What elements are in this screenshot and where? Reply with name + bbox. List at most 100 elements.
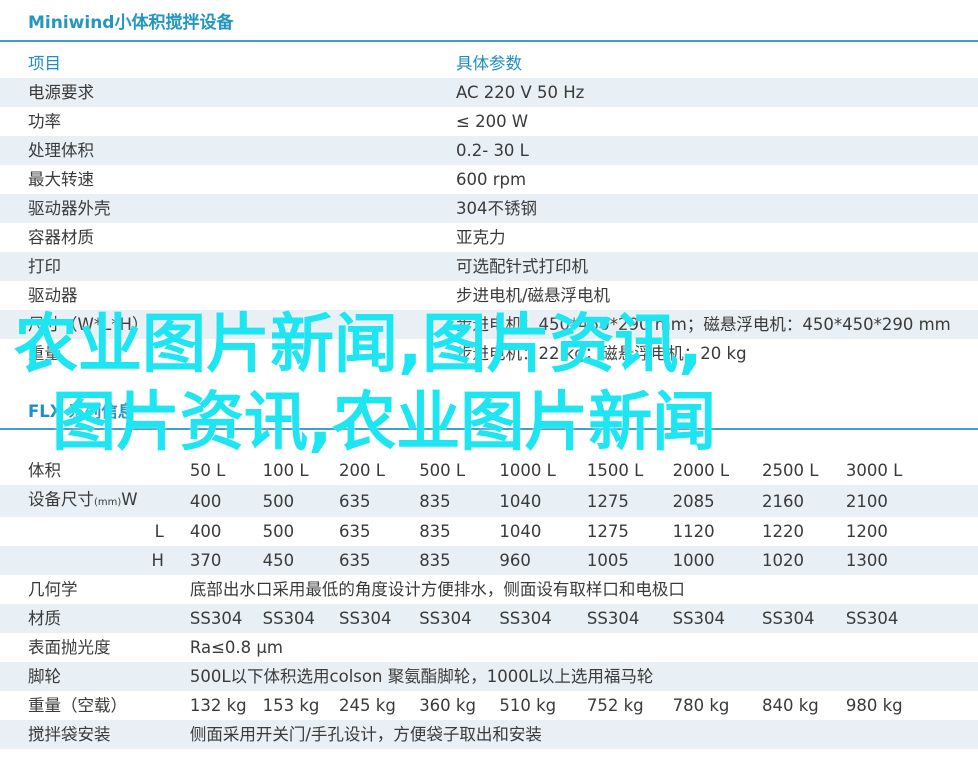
- spec-label: 处理体积: [0, 136, 456, 165]
- table-row: 重量（空载） 132 kg 153 kg 245 kg 360 kg 510 kg 752 …: [0, 691, 978, 720]
- table-row: 功率 ≤ 200 W: [0, 107, 978, 136]
- cell-value: 1000: [672, 546, 763, 575]
- cell-value: 200 L: [339, 461, 385, 480]
- cell-value: 835: [419, 546, 500, 575]
- spec-label: 尺寸（W*L*H）: [0, 310, 456, 339]
- cell-value: 835: [419, 485, 500, 517]
- cell-value: 635: [339, 522, 371, 541]
- cell-value: 780 kg: [672, 696, 730, 715]
- row-label: 设备尺寸(mm)W: [0, 485, 190, 517]
- cell-value: 400: [189, 485, 263, 517]
- cell-value: 1200: [845, 522, 888, 541]
- spec-label: 电源要求: [0, 78, 456, 107]
- table-row: 脚轮 500L以下体积选用colson 聚氨酯脚轮，1000L以上选用福马轮: [0, 662, 978, 691]
- table-row: 电源要求 AC 220 V 50 Hz: [0, 78, 978, 107]
- cell-value: 500: [262, 485, 340, 517]
- cell-value: 2500 L: [762, 461, 819, 480]
- cell-value: 2160: [762, 485, 846, 517]
- cell-value: 400: [189, 522, 222, 541]
- cell-value: 510 kg: [499, 696, 557, 715]
- cell-value-wide: 500L以下体积选用colson 聚氨酯脚轮，1000L以上选用福马轮: [189, 662, 978, 691]
- page-title: Miniwind小体积搅拌设备: [28, 13, 234, 33]
- spec-label: 驱动器: [28, 286, 78, 305]
- cell-value: SS304: [586, 604, 673, 633]
- table-row: 处理体积 0.2- 30 L: [0, 136, 978, 165]
- cell-value: SS304: [499, 604, 587, 633]
- table-row: 表面抛光度 Ra≤0.8 µm: [0, 633, 978, 662]
- section-rule: [0, 428, 978, 430]
- cell-value-wide: Ra≤0.8 µm: [189, 638, 283, 657]
- cell-value: 1500 L: [586, 461, 644, 480]
- cell-value-wide: 底部出水口采用最低的角度设计方便排水，侧面设有取样口和电极口: [189, 580, 685, 599]
- cell-value: 635: [339, 485, 420, 517]
- table-row: 驱动器外壳 304不锈钢: [0, 194, 978, 223]
- section-title: FLX 系列信息: [28, 402, 135, 421]
- row-label: 重量（空载）: [28, 696, 127, 715]
- cell-value: 360 kg: [419, 696, 476, 715]
- table-row: 打印 可选配针式打印机: [0, 252, 978, 281]
- spec-value: 可选配针式打印机: [456, 252, 978, 281]
- cell-value: 50 L: [189, 461, 226, 480]
- cell-value: 1220: [762, 522, 805, 541]
- spec-label: 最大转速: [28, 170, 94, 189]
- row-label: 脚轮: [0, 662, 190, 691]
- cell-value: 500: [262, 522, 295, 541]
- cell-value: 2100: [845, 485, 978, 517]
- table-row: 几何学 底部出水口采用最低的角度设计方便排水，侧面设有取样口和电极口: [0, 575, 978, 604]
- cell-value: SS304: [845, 604, 978, 633]
- spec-value: 0.2- 30 L: [456, 136, 978, 165]
- cell-value: SS304: [262, 604, 340, 633]
- cell-value: SS304: [672, 604, 763, 633]
- cell-value: 2000 L: [672, 461, 730, 480]
- row-label: 体积: [28, 461, 61, 480]
- spec-value: 步进电机/磁悬浮电机: [456, 286, 611, 305]
- cell-value-wide: 侧面采用开关门/手孔设计，方便袋子取出和安装: [189, 720, 978, 749]
- row-label: L: [154, 522, 164, 541]
- spec-label: 驱动器外壳: [0, 194, 456, 223]
- cell-value: 960: [499, 546, 587, 575]
- table-row: 材质 SS304 SS304 SS304 SS304 SS304 SS304 SS304 SS3…: [0, 604, 978, 633]
- table-row: 体积 50 L 100 L 200 L 500 L 1000 L 1500 L 2000 L 2…: [0, 456, 978, 485]
- table-row: H 370 450 635 835 960 1005 1000 1020 1300: [0, 546, 978, 575]
- cell-value: 840 kg: [762, 696, 819, 715]
- table-row: 重量 步进电机：22 kg；磁悬浮电机：20 kg: [0, 339, 978, 368]
- cell-value: 1275: [586, 522, 629, 541]
- cell-value: 153 kg: [262, 696, 320, 715]
- dims-label: 设备尺寸: [28, 490, 94, 509]
- spec-value: 亚克力: [456, 228, 506, 247]
- cell-value: 980 kg: [845, 696, 903, 715]
- spec-label: 容器材质: [28, 228, 94, 247]
- spec-label: 功率: [28, 112, 61, 131]
- table-row: 搅拌袋安装 侧面采用开关门/手孔设计，方便袋子取出和安装: [0, 720, 978, 749]
- cell-value: 1300: [845, 546, 978, 575]
- spec-label: 重量: [28, 344, 61, 363]
- row-label: 材质: [0, 604, 190, 633]
- cell-value: 1275: [586, 485, 673, 517]
- cell-value: SS304: [762, 604, 846, 633]
- dims-unit: (mm): [94, 497, 122, 508]
- cell-value: 3000 L: [845, 461, 903, 480]
- watermark-line-2: 图片资讯,农业图片新闻: [52, 386, 717, 460]
- table-row: 设备尺寸(mm)W 400 500 635 835 1040 1275 2085 2160 210…: [0, 485, 978, 517]
- cell-value: 100 L: [262, 461, 309, 480]
- row-label: 搅拌袋安装: [0, 720, 190, 749]
- cell-value: SS304: [419, 604, 500, 633]
- cell-value: SS304: [339, 604, 420, 633]
- cell-value: 1040: [499, 522, 542, 541]
- header-param: 具体参数: [456, 54, 522, 73]
- cell-value: 450: [262, 546, 340, 575]
- spec-value: AC 220 V 50 Hz: [456, 78, 978, 107]
- cell-value: 1020: [762, 546, 846, 575]
- cell-value: 835: [419, 522, 451, 541]
- table-row: 驱动器 步进电机/磁悬浮电机: [0, 281, 978, 310]
- flx-table: 体积 50 L 100 L 200 L 500 L 1000 L 1500 L 2000 L 2…: [0, 456, 978, 749]
- row-label: 表面抛光度: [28, 638, 111, 657]
- spec-header-row: 项目 具体参数: [0, 49, 978, 78]
- cell-value: 2085: [672, 485, 763, 517]
- dim-w-label: W: [121, 490, 138, 509]
- cell-value: 752 kg: [586, 696, 644, 715]
- cell-value: 1000 L: [499, 461, 556, 480]
- cell-value: 1040: [499, 485, 587, 517]
- spec-value: 步进电机：22 kg；磁悬浮电机：20 kg: [456, 344, 747, 363]
- cell-value: 1120: [672, 522, 715, 541]
